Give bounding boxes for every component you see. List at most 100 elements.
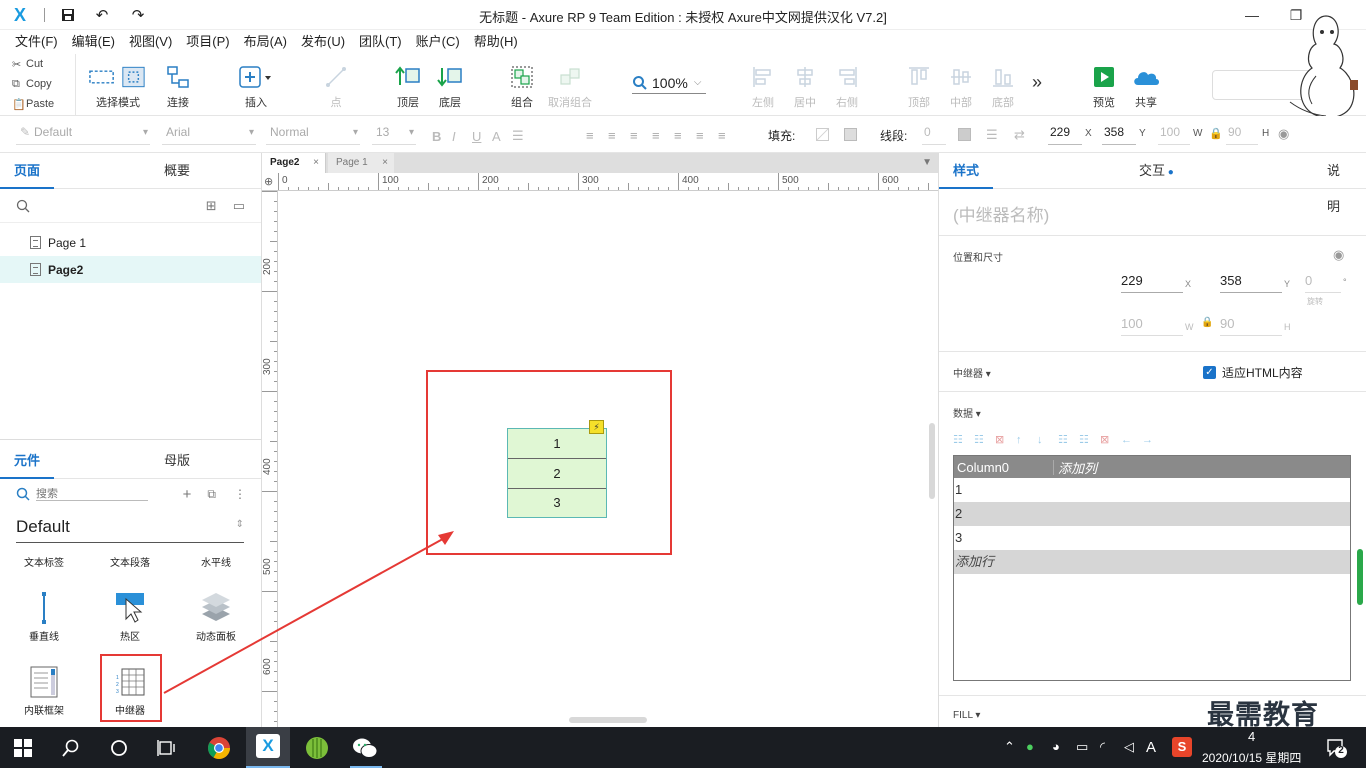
task-view-icon[interactable] bbox=[154, 735, 180, 761]
tray-expand-icon[interactable]: ⌃ bbox=[1004, 739, 1015, 755]
tray-wechat-icon[interactable]: ● bbox=[1026, 739, 1034, 754]
green-app-icon[interactable] bbox=[304, 735, 330, 761]
menu-team[interactable]: 团队(T) bbox=[352, 30, 409, 54]
inspector-width-input[interactable]: 100 bbox=[1121, 316, 1183, 336]
tab-notes[interactable]: 说明 bbox=[1313, 153, 1366, 214]
cortana-icon[interactable] bbox=[106, 735, 132, 761]
tray-ime-icon[interactable]: A bbox=[1146, 739, 1156, 756]
text-align-left-icon[interactable]: ≡ bbox=[586, 128, 608, 143]
undo-icon[interactable]: ↶ bbox=[92, 5, 112, 25]
tab-style[interactable]: 样式 bbox=[939, 153, 994, 189]
valign-middle-icon[interactable]: ≡ bbox=[696, 128, 718, 143]
data-row[interactable]: 2 bbox=[954, 502, 1350, 526]
repeater-row[interactable]: 2 bbox=[508, 459, 606, 489]
widget-search-input[interactable] bbox=[36, 487, 148, 501]
cut-button[interactable]: ✂ Cut bbox=[0, 54, 75, 74]
widget-vertical-line[interactable]: 垂直线 bbox=[2, 591, 86, 643]
menu-file[interactable]: 文件(F) bbox=[8, 30, 65, 54]
repeater-row[interactable]: 3 bbox=[508, 489, 606, 517]
add-library-icon[interactable]: + bbox=[183, 486, 192, 503]
move-down-icon[interactable]: ↓ bbox=[1037, 434, 1058, 446]
menu-arrange[interactable]: 布局(A) bbox=[237, 30, 294, 54]
menu-project[interactable]: 项目(P) bbox=[179, 30, 236, 54]
copy-button[interactable]: ⧉ Copy bbox=[0, 74, 75, 94]
font-select[interactable]: Arial bbox=[162, 125, 256, 145]
close-tab-icon[interactable]: × bbox=[382, 153, 388, 173]
more-tools-icon[interactable]: » bbox=[1032, 72, 1042, 93]
text-align-center-icon[interactable]: ≡ bbox=[608, 128, 630, 143]
menu-account[interactable]: 账户(C) bbox=[409, 30, 467, 54]
x-input[interactable]: 229 bbox=[1048, 125, 1082, 145]
align-right-button[interactable]: 右侧 bbox=[817, 62, 877, 110]
add-page-icon[interactable]: ⊞ bbox=[206, 198, 217, 214]
underline-icon[interactable]: U bbox=[472, 129, 492, 144]
point-button[interactable]: 点 bbox=[306, 62, 366, 110]
width-input[interactable]: 100 bbox=[1158, 125, 1190, 145]
page-item-1[interactable]: Page 1 bbox=[0, 229, 261, 256]
arrow-style-icon[interactable]: ⇄ bbox=[1014, 127, 1025, 143]
font-size-select[interactable]: 13 bbox=[372, 125, 416, 145]
share-button[interactable]: 共享 bbox=[1116, 62, 1176, 110]
inspector-y-input[interactable]: 358 bbox=[1220, 273, 1282, 293]
library-copy-icon[interactable]: ⧉ bbox=[207, 487, 216, 502]
tab-pages[interactable]: 页面 bbox=[0, 153, 55, 189]
tray-volume-icon[interactable]: ◁ bbox=[1124, 739, 1134, 755]
repeater-section-label[interactable]: 中继器 ▾ bbox=[953, 365, 991, 380]
windows-start-icon[interactable] bbox=[10, 735, 36, 761]
move-up-icon[interactable]: ↑ bbox=[1016, 434, 1037, 446]
page-item-2[interactable]: Page2 bbox=[0, 256, 261, 283]
tray-sogou-icon[interactable]: S bbox=[1172, 737, 1192, 757]
menu-publish[interactable]: 发布(U) bbox=[294, 30, 352, 54]
select-mode-button[interactable]: 选择模式 bbox=[88, 62, 148, 110]
text-justify-icon[interactable]: ≡ bbox=[652, 128, 674, 143]
tray-wifi-icon[interactable]: ◜ bbox=[1100, 739, 1105, 755]
library-menu-icon[interactable]: ⋮ bbox=[234, 487, 246, 501]
inspector-rotation-input[interactable]: 0 bbox=[1305, 273, 1341, 293]
zoom-control[interactable]: 100% ⌵ bbox=[632, 72, 706, 94]
repeater-widget[interactable]: 1 2 3 bbox=[507, 428, 607, 518]
tab-masters[interactable]: 母版 bbox=[150, 443, 204, 479]
canvas-vertical-scrollbar[interactable] bbox=[929, 423, 935, 499]
shadow-swatch[interactable] bbox=[844, 128, 857, 141]
data-row[interactable]: 3 bbox=[954, 526, 1350, 550]
tabs-dropdown-icon[interactable]: ▼ bbox=[922, 157, 932, 168]
add-folder-icon[interactable]: ▭ bbox=[233, 198, 245, 214]
visibility-eye-icon[interactable]: ◉ bbox=[1278, 126, 1289, 142]
insert-row-below-icon[interactable]: ☷ bbox=[974, 433, 995, 446]
delete-col-icon[interactable]: ⊠ bbox=[1100, 433, 1121, 446]
font-weight-select[interactable]: Normal bbox=[266, 125, 360, 145]
valign-top-icon[interactable]: ≡ bbox=[674, 128, 696, 143]
aspect-lock-icon[interactable]: 🔒 bbox=[1201, 317, 1213, 328]
lock-icon[interactable]: 🔒 bbox=[1209, 127, 1223, 140]
menu-help[interactable]: 帮助(H) bbox=[467, 30, 525, 54]
doc-tab-page2[interactable]: Page2 × bbox=[262, 153, 326, 173]
fill-color-swatch[interactable] bbox=[816, 128, 829, 141]
stroke-pattern-icon[interactable]: ☰ bbox=[986, 127, 998, 143]
stroke-width-input[interactable]: 0 bbox=[922, 125, 946, 145]
text-align-right-icon[interactable]: ≡ bbox=[630, 128, 652, 143]
fit-html-checkbox[interactable]: ✓ 适应HTML内容 bbox=[1203, 364, 1303, 381]
italic-icon[interactable]: I bbox=[452, 129, 472, 144]
canvas-horizontal-scrollbar[interactable] bbox=[569, 717, 647, 723]
column-header[interactable]: Column0 bbox=[954, 459, 1054, 475]
add-column-cell[interactable]: 添加列 bbox=[1054, 458, 1097, 477]
send-to-back-button[interactable]: 底层 bbox=[420, 62, 480, 110]
add-row-cell[interactable]: 添加行 bbox=[954, 550, 1350, 574]
inspector-height-input[interactable]: 90 bbox=[1220, 316, 1282, 336]
doc-tab-page1[interactable]: Page 1 × bbox=[328, 153, 394, 173]
insert-col-right-icon[interactable]: ☷ bbox=[1079, 433, 1100, 446]
valign-bottom-icon[interactable]: ≡ bbox=[718, 128, 740, 143]
widget-inline-frame[interactable]: 内联框架 bbox=[2, 665, 86, 717]
inspector-scrollbar[interactable] bbox=[1357, 549, 1363, 605]
data-row[interactable]: 1 bbox=[954, 478, 1350, 502]
style-select[interactable]: ✎ Default bbox=[16, 125, 150, 145]
inspector-x-input[interactable]: 229 bbox=[1121, 273, 1183, 293]
insert-button[interactable]: 插入 bbox=[226, 62, 286, 110]
bold-icon[interactable]: B bbox=[432, 129, 452, 144]
visibility-eye-icon[interactable]: ◉ bbox=[1333, 247, 1344, 263]
insert-col-left-icon[interactable]: ☷ bbox=[1058, 433, 1079, 446]
axure-taskbar-button[interactable]: X bbox=[246, 727, 290, 768]
ungroup-button[interactable]: 取消组合 bbox=[540, 62, 600, 110]
move-left-icon[interactable]: ← bbox=[1121, 434, 1142, 446]
notification-center-icon[interactable]: 2 bbox=[1326, 737, 1348, 759]
